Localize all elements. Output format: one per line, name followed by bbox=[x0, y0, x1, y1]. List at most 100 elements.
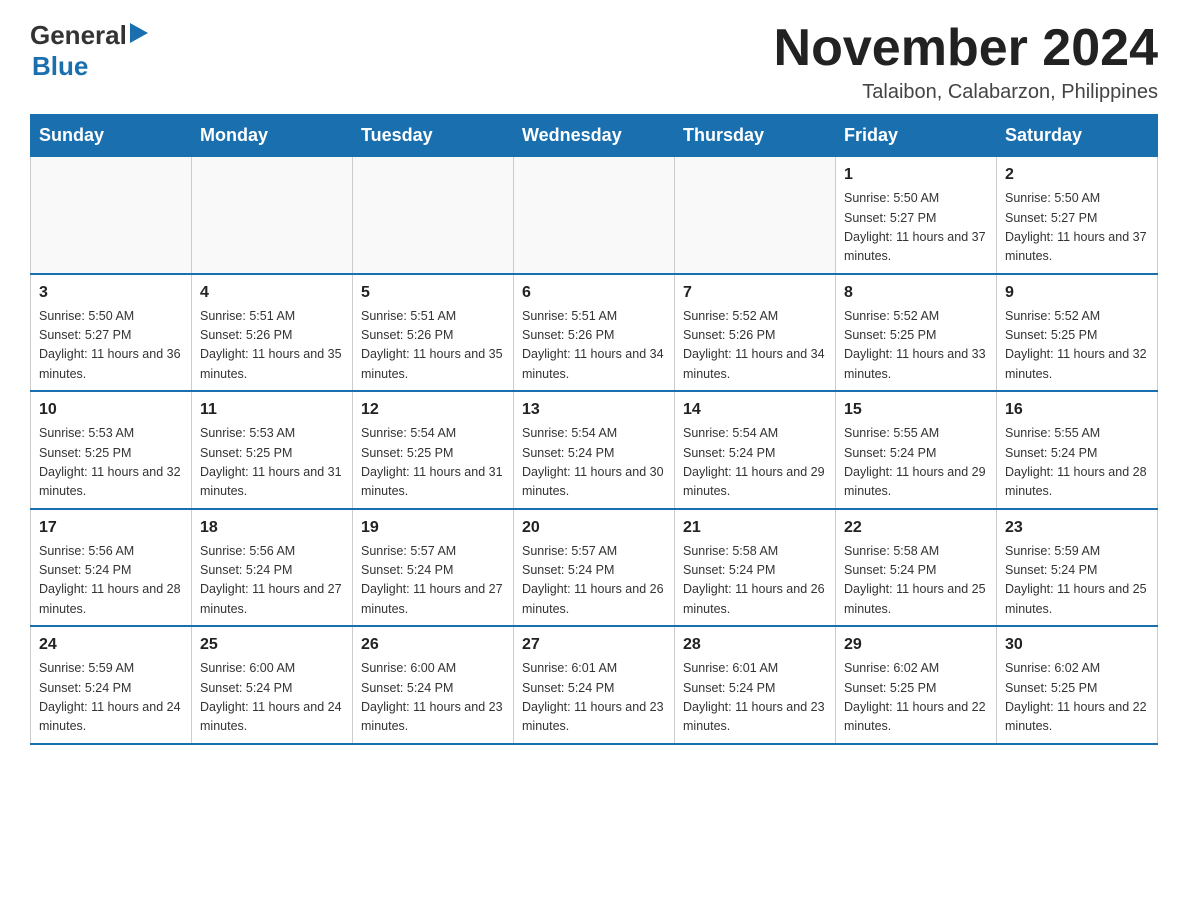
day-number: 7 bbox=[683, 281, 827, 305]
calendar-weekday-sunday: Sunday bbox=[31, 115, 192, 157]
calendar-cell: 16Sunrise: 5:55 AM Sunset: 5:24 PM Dayli… bbox=[997, 391, 1158, 509]
day-info: Sunrise: 5:58 AM Sunset: 5:24 PM Dayligh… bbox=[683, 542, 827, 620]
calendar-cell: 18Sunrise: 5:56 AM Sunset: 5:24 PM Dayli… bbox=[192, 509, 353, 627]
calendar-header-row: SundayMondayTuesdayWednesdayThursdayFrid… bbox=[31, 115, 1158, 157]
day-number: 8 bbox=[844, 281, 988, 305]
day-info: Sunrise: 5:54 AM Sunset: 5:24 PM Dayligh… bbox=[522, 424, 666, 502]
calendar-weekday-friday: Friday bbox=[836, 115, 997, 157]
calendar-cell: 30Sunrise: 6:02 AM Sunset: 5:25 PM Dayli… bbox=[997, 626, 1158, 744]
day-info: Sunrise: 5:56 AM Sunset: 5:24 PM Dayligh… bbox=[200, 542, 344, 620]
calendar-cell: 12Sunrise: 5:54 AM Sunset: 5:25 PM Dayli… bbox=[353, 391, 514, 509]
logo-general-text: General bbox=[30, 20, 127, 51]
day-info: Sunrise: 5:51 AM Sunset: 5:26 PM Dayligh… bbox=[200, 307, 344, 385]
calendar-cell: 10Sunrise: 5:53 AM Sunset: 5:25 PM Dayli… bbox=[31, 391, 192, 509]
calendar-cell: 3Sunrise: 5:50 AM Sunset: 5:27 PM Daylig… bbox=[31, 274, 192, 392]
day-info: Sunrise: 6:01 AM Sunset: 5:24 PM Dayligh… bbox=[522, 659, 666, 737]
logo-triangle-icon bbox=[130, 23, 148, 43]
day-number: 1 bbox=[844, 163, 988, 187]
day-info: Sunrise: 6:01 AM Sunset: 5:24 PM Dayligh… bbox=[683, 659, 827, 737]
calendar-cell: 25Sunrise: 6:00 AM Sunset: 5:24 PM Dayli… bbox=[192, 626, 353, 744]
calendar-cell: 9Sunrise: 5:52 AM Sunset: 5:25 PM Daylig… bbox=[997, 274, 1158, 392]
title-block: November 2024 Talaibon, Calabarzon, Phil… bbox=[774, 20, 1158, 104]
calendar-cell: 27Sunrise: 6:01 AM Sunset: 5:24 PM Dayli… bbox=[514, 626, 675, 744]
calendar-cell: 1Sunrise: 5:50 AM Sunset: 5:27 PM Daylig… bbox=[836, 157, 997, 274]
day-number: 15 bbox=[844, 398, 988, 422]
calendar-weekday-saturday: Saturday bbox=[997, 115, 1158, 157]
day-number: 18 bbox=[200, 516, 344, 540]
day-info: Sunrise: 5:50 AM Sunset: 5:27 PM Dayligh… bbox=[39, 307, 183, 385]
day-info: Sunrise: 5:51 AM Sunset: 5:26 PM Dayligh… bbox=[522, 307, 666, 385]
logo-blue-text: Blue bbox=[32, 51, 88, 82]
calendar-cell: 2Sunrise: 5:50 AM Sunset: 5:27 PM Daylig… bbox=[997, 157, 1158, 274]
calendar-cell: 5Sunrise: 5:51 AM Sunset: 5:26 PM Daylig… bbox=[353, 274, 514, 392]
day-number: 13 bbox=[522, 398, 666, 422]
day-info: Sunrise: 5:55 AM Sunset: 5:24 PM Dayligh… bbox=[1005, 424, 1149, 502]
calendar-cell bbox=[31, 157, 192, 274]
calendar-cell: 29Sunrise: 6:02 AM Sunset: 5:25 PM Dayli… bbox=[836, 626, 997, 744]
day-info: Sunrise: 5:57 AM Sunset: 5:24 PM Dayligh… bbox=[522, 542, 666, 620]
day-info: Sunrise: 5:50 AM Sunset: 5:27 PM Dayligh… bbox=[844, 189, 988, 267]
page-header: General Blue November 2024 Talaibon, Cal… bbox=[30, 20, 1158, 104]
day-number: 25 bbox=[200, 633, 344, 657]
calendar-cell: 7Sunrise: 5:52 AM Sunset: 5:26 PM Daylig… bbox=[675, 274, 836, 392]
calendar-week-row: 10 Sunrise: 5:53 AM Sunset: 5:25 PM Dayli… bbox=[31, 391, 1158, 509]
calendar-week-row: 17Sunrise: 5:56 AM Sunset: 5:24 PM Dayli… bbox=[31, 509, 1158, 627]
calendar-cell bbox=[192, 157, 353, 274]
calendar-week-row: 3Sunrise: 5:50 AM Sunset: 5:27 PM Daylig… bbox=[31, 274, 1158, 392]
calendar-cell bbox=[353, 157, 514, 274]
calendar-cell: 8Sunrise: 5:52 AM Sunset: 5:25 PM Daylig… bbox=[836, 274, 997, 392]
day-number: 3 bbox=[39, 281, 183, 305]
calendar-cell: 21Sunrise: 5:58 AM Sunset: 5:24 PM Dayli… bbox=[675, 509, 836, 627]
day-number: 29 bbox=[844, 633, 988, 657]
calendar-cell: 14Sunrise: 5:54 AM Sunset: 5:24 PM Dayli… bbox=[675, 391, 836, 509]
day-info: Sunrise: 5:53 AM Sunset: 5:25 PM Dayligh… bbox=[200, 424, 344, 502]
day-info: Sunrise: 5:59 AM Sunset: 5:24 PM Dayligh… bbox=[39, 659, 183, 737]
day-info: Sunrise: 5:54 AM Sunset: 5:24 PM Dayligh… bbox=[683, 424, 827, 502]
day-number: 30 bbox=[1005, 633, 1149, 657]
day-number: 2 bbox=[1005, 163, 1149, 187]
day-number: 17 bbox=[39, 516, 183, 540]
logo: General Blue bbox=[30, 20, 148, 82]
day-number: 4 bbox=[200, 281, 344, 305]
calendar-cell: 6Sunrise: 5:51 AM Sunset: 5:26 PM Daylig… bbox=[514, 274, 675, 392]
calendar-cell: 19Sunrise: 5:57 AM Sunset: 5:24 PM Dayli… bbox=[353, 509, 514, 627]
calendar-table: SundayMondayTuesdayWednesdayThursdayFrid… bbox=[30, 114, 1158, 745]
day-number: 28 bbox=[683, 633, 827, 657]
calendar-weekday-wednesday: Wednesday bbox=[514, 115, 675, 157]
day-number: 10 bbox=[39, 398, 183, 422]
calendar-cell: 15Sunrise: 5:55 AM Sunset: 5:24 PM Dayli… bbox=[836, 391, 997, 509]
day-number: 27 bbox=[522, 633, 666, 657]
day-info: Sunrise: 5:55 AM Sunset: 5:24 PM Dayligh… bbox=[844, 424, 988, 502]
calendar-weekday-monday: Monday bbox=[192, 115, 353, 157]
day-number: 21 bbox=[683, 516, 827, 540]
calendar-cell: 24Sunrise: 5:59 AM Sunset: 5:24 PM Dayli… bbox=[31, 626, 192, 744]
calendar-weekday-tuesday: Tuesday bbox=[353, 115, 514, 157]
calendar-week-row: 1Sunrise: 5:50 AM Sunset: 5:27 PM Daylig… bbox=[31, 157, 1158, 274]
main-title: November 2024 bbox=[774, 20, 1158, 77]
calendar-cell: 17Sunrise: 5:56 AM Sunset: 5:24 PM Dayli… bbox=[31, 509, 192, 627]
calendar-cell: 4Sunrise: 5:51 AM Sunset: 5:26 PM Daylig… bbox=[192, 274, 353, 392]
day-number: 11 bbox=[200, 398, 344, 422]
calendar-cell bbox=[514, 157, 675, 274]
calendar-cell: 26Sunrise: 6:00 AM Sunset: 5:24 PM Dayli… bbox=[353, 626, 514, 744]
calendar-cell: 28Sunrise: 6:01 AM Sunset: 5:24 PM Dayli… bbox=[675, 626, 836, 744]
day-info: Sunrise: 5:56 AM Sunset: 5:24 PM Dayligh… bbox=[39, 542, 183, 620]
day-info: Sunrise: 5:52 AM Sunset: 5:26 PM Dayligh… bbox=[683, 307, 827, 385]
calendar-cell: 13Sunrise: 5:54 AM Sunset: 5:24 PM Dayli… bbox=[514, 391, 675, 509]
day-number: 6 bbox=[522, 281, 666, 305]
day-number: 12 bbox=[361, 398, 505, 422]
day-info: Sunrise: 6:02 AM Sunset: 5:25 PM Dayligh… bbox=[1005, 659, 1149, 737]
day-number: 9 bbox=[1005, 281, 1149, 305]
day-info: Sunrise: 6:02 AM Sunset: 5:25 PM Dayligh… bbox=[844, 659, 988, 737]
day-number: 19 bbox=[361, 516, 505, 540]
day-number: 14 bbox=[683, 398, 827, 422]
day-info: Sunrise: 5:59 AM Sunset: 5:24 PM Dayligh… bbox=[1005, 542, 1149, 620]
day-info: Sunrise: 5:57 AM Sunset: 5:24 PM Dayligh… bbox=[361, 542, 505, 620]
day-number: 20 bbox=[522, 516, 666, 540]
calendar-cell bbox=[675, 157, 836, 274]
calendar-cell: 20Sunrise: 5:57 AM Sunset: 5:24 PM Dayli… bbox=[514, 509, 675, 627]
day-number: 16 bbox=[1005, 398, 1149, 422]
day-info: Sunrise: 5:54 AM Sunset: 5:25 PM Dayligh… bbox=[361, 424, 505, 502]
day-info: Sunrise: 6:00 AM Sunset: 5:24 PM Dayligh… bbox=[361, 659, 505, 737]
day-number: 26 bbox=[361, 633, 505, 657]
